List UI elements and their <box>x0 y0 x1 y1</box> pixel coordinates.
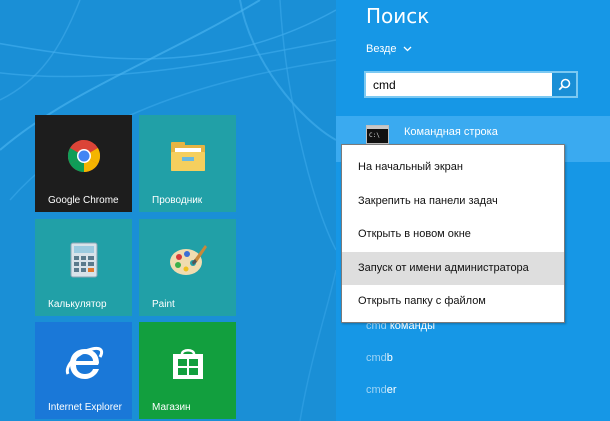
calculator-icon <box>70 242 97 278</box>
chrome-icon <box>67 139 100 172</box>
search-result-item[interactable]: cmder <box>366 384 397 396</box>
search-button[interactable] <box>552 73 576 96</box>
folder-icon <box>170 141 205 171</box>
result-rest: b <box>386 352 393 364</box>
paint-palette-icon <box>169 244 207 275</box>
internet-explorer-icon <box>65 346 103 379</box>
result-label: Командная строка <box>404 126 498 138</box>
menu-item-run-as-administrator[interactable]: Запуск от имени администратора <box>342 251 564 285</box>
command-prompt-icon: C:\ <box>366 125 389 144</box>
tile-label: Проводник <box>152 195 203 206</box>
menu-item-open-new-window[interactable]: Открыть в новом окне <box>342 218 564 252</box>
menu-item-pin-to-taskbar[interactable]: Закрепить на панели задач <box>342 185 564 219</box>
context-menu: На начальный экран Закрепить на панели з… <box>341 144 565 323</box>
search-scope-dropdown[interactable]: Везде <box>366 43 412 55</box>
chevron-down-icon <box>403 46 412 52</box>
menu-item-pin-to-start[interactable]: На начальный экран <box>342 151 564 185</box>
tile-google-chrome[interactable]: Google Chrome <box>35 115 132 212</box>
svg-text:C:\: C:\ <box>369 132 380 139</box>
search-input[interactable] <box>366 73 552 96</box>
tile-calculator[interactable]: Калькулятор <box>35 219 132 316</box>
start-screen: Google Chrome Проводник Калькулятор Pain… <box>0 0 336 421</box>
search-title: Поиск <box>366 4 430 28</box>
search-box <box>364 71 578 98</box>
tile-label: Google Chrome <box>48 195 119 206</box>
tile-paint[interactable]: Paint <box>139 219 236 316</box>
menu-item-open-file-location[interactable]: Открыть папку с файлом <box>342 285 564 319</box>
tile-file-explorer[interactable]: Проводник <box>139 115 236 212</box>
search-result-item[interactable]: cmdb <box>366 352 393 364</box>
search-icon <box>558 78 570 91</box>
tile-label: Калькулятор <box>48 299 107 310</box>
tile-store[interactable]: Магазин <box>139 322 236 419</box>
search-scope-label: Везде <box>366 43 397 55</box>
tile-label: Paint <box>152 299 175 310</box>
result-rest: er <box>386 384 397 396</box>
tile-label: Internet Explorer <box>48 402 122 413</box>
result-match: cmd <box>366 384 387 396</box>
tile-internet-explorer[interactable]: Internet Explorer <box>35 322 132 419</box>
store-icon <box>172 348 203 379</box>
result-match: cmd <box>366 352 387 364</box>
tile-label: Магазин <box>152 402 191 413</box>
